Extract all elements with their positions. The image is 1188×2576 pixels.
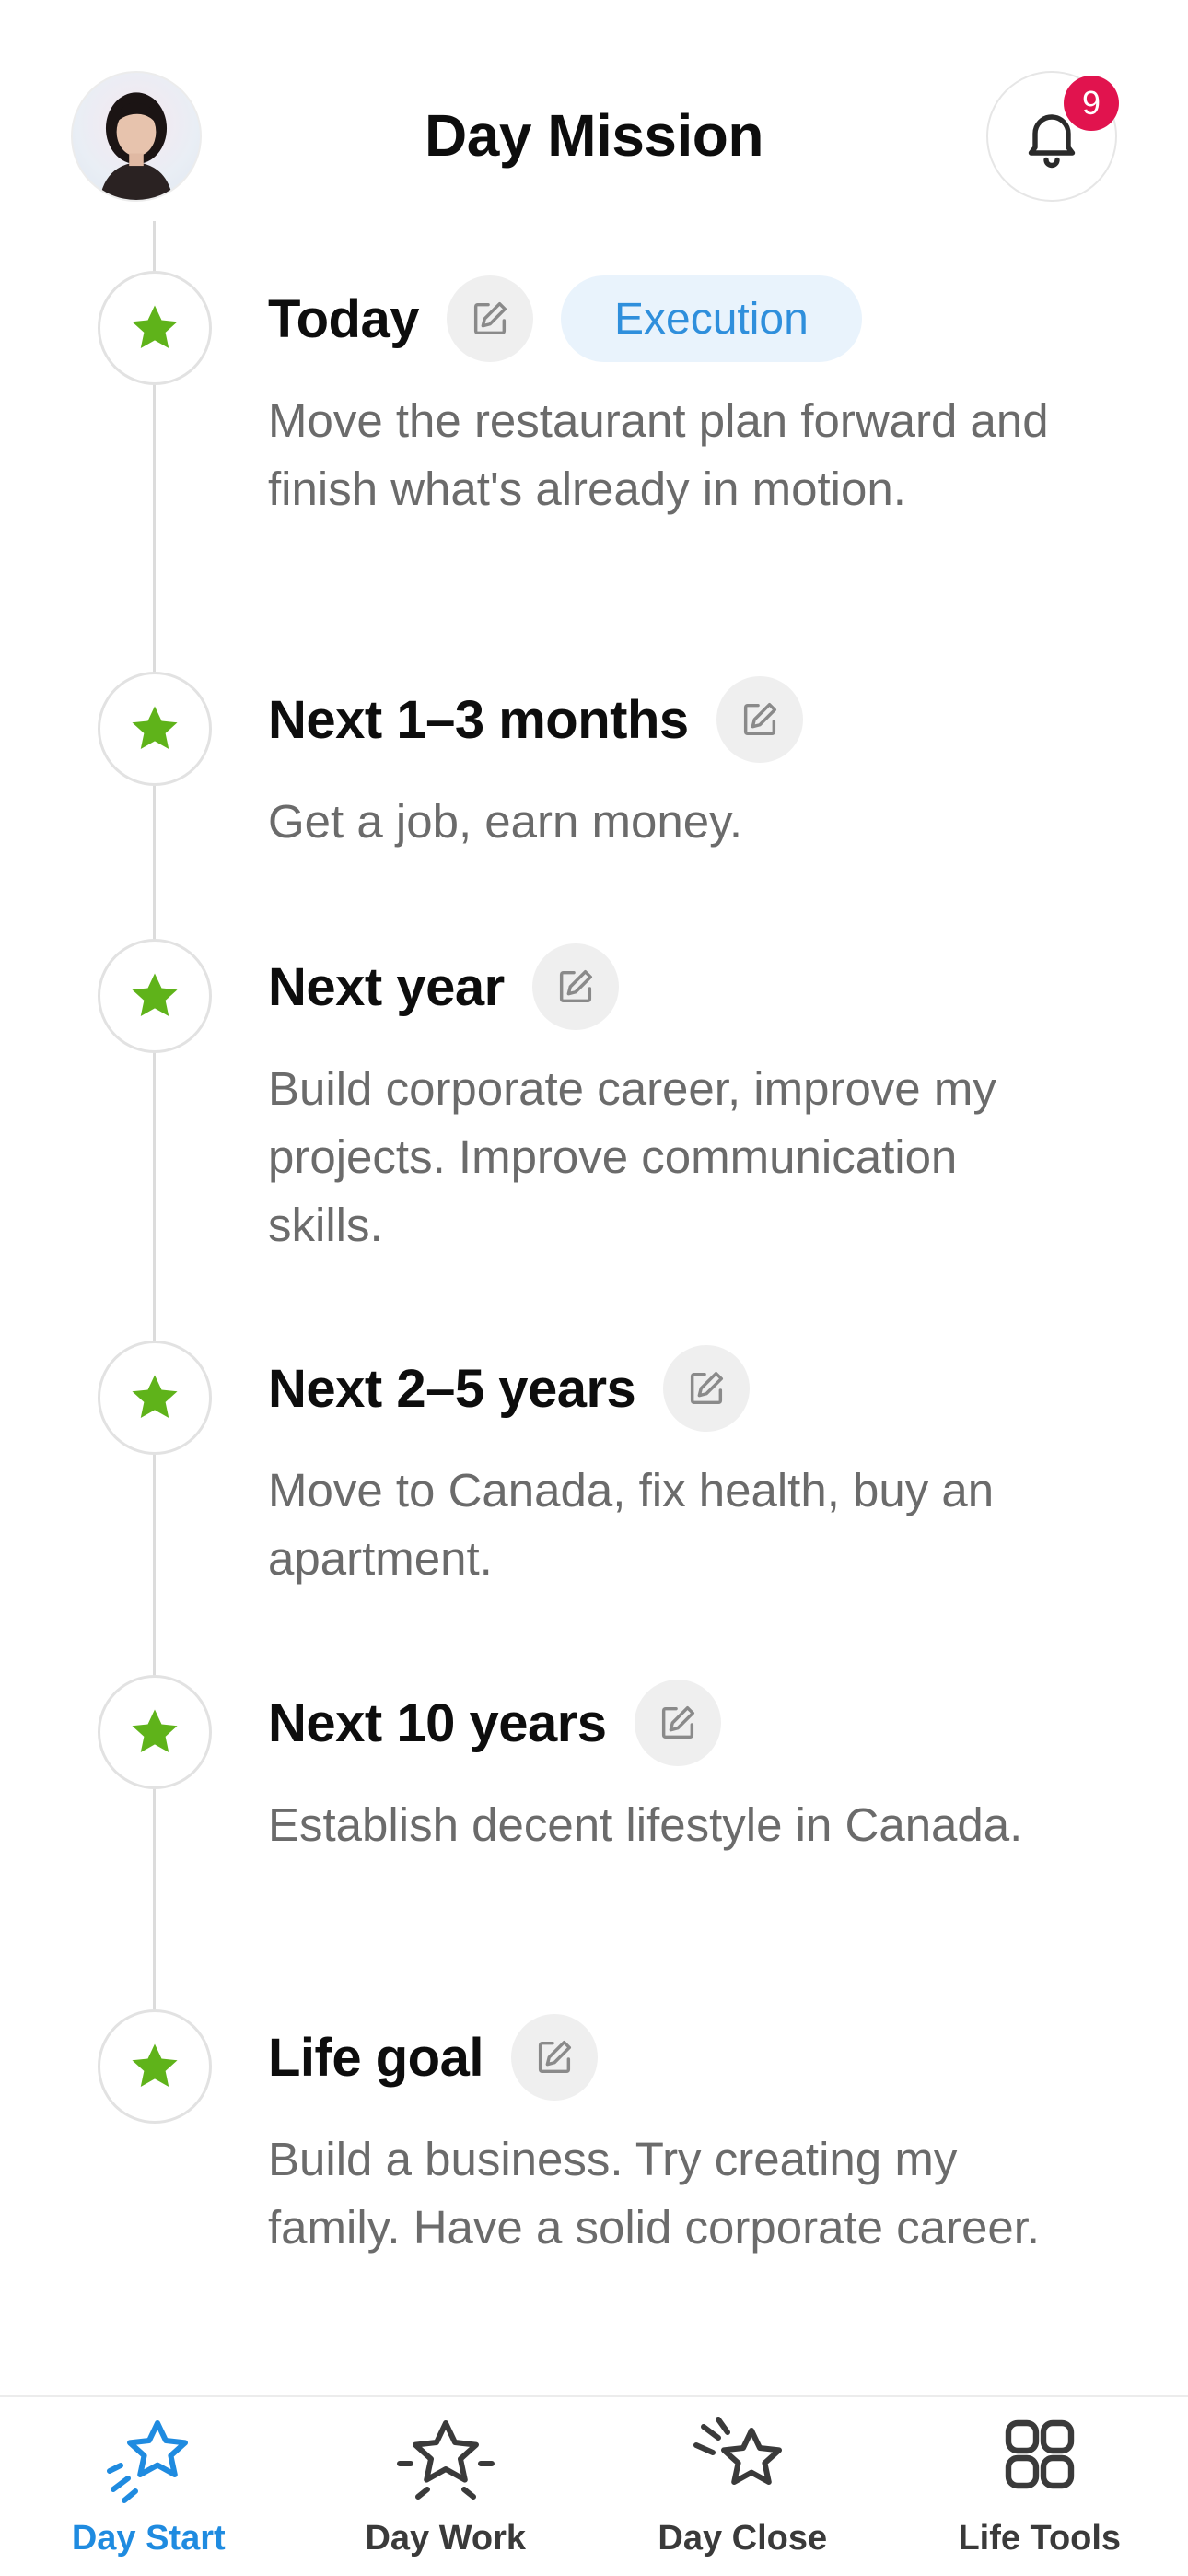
milestone-title: Next 2–5 years <box>268 1358 636 1419</box>
tab-life-tools[interactable]: Life Tools <box>891 2397 1188 2576</box>
milestone-node <box>98 2009 212 2124</box>
star-icon <box>132 305 178 348</box>
pencil-icon <box>743 702 776 736</box>
milestone-description: Move to Canada, fix health, buy an apart… <box>268 1464 995 1585</box>
notifications-button[interactable]: 9 <box>986 71 1119 202</box>
edit-button[interactable] <box>716 676 803 763</box>
timeline-line <box>153 221 156 2110</box>
tab-label: Day Start <box>71 2519 226 2558</box>
milestone-description: Build corporate career, improve my proje… <box>268 1062 996 1251</box>
tab-label: Day Work <box>365 2519 527 2558</box>
star-icon <box>132 1709 178 1752</box>
milestone-description: Get a job, earn money. <box>268 795 743 848</box>
milestone-description: Move the restaurant plan forward and fin… <box>268 394 1049 515</box>
milestone-title: Next year <box>268 956 505 1017</box>
edit-button[interactable] <box>531 943 619 1030</box>
status-tag[interactable]: Execution <box>561 275 862 362</box>
star-icon <box>132 1375 178 1418</box>
milestone-node <box>98 672 212 786</box>
milestone-title: Today <box>268 288 420 349</box>
milestone-title: Next 1–3 months <box>268 689 689 750</box>
edit-button[interactable] <box>447 275 533 362</box>
star-icon <box>132 973 178 1016</box>
milestone-node <box>98 1341 212 1455</box>
notification-badge: 9 <box>1064 76 1119 131</box>
tab-day-start[interactable]: Day Start <box>0 2397 297 2576</box>
star-motion-icon <box>396 2420 495 2500</box>
edit-button[interactable] <box>663 1345 751 1432</box>
edit-button[interactable] <box>634 1680 721 1766</box>
milestone-node <box>98 1675 212 1789</box>
pencil-icon <box>473 301 507 335</box>
star-icon <box>132 706 178 749</box>
star-shooting-icon <box>693 2417 783 2485</box>
tab-day-work[interactable]: Day Work <box>297 2397 595 2576</box>
tab-label: Day Close <box>658 2519 828 2558</box>
pencil-icon <box>538 2040 571 2074</box>
tab-label: Life Tools <box>958 2519 1122 2558</box>
milestone-node <box>98 939 212 1053</box>
star-icon <box>132 2043 178 2087</box>
milestone-description: Establish decent lifestyle in Canada. <box>268 1798 1023 1851</box>
edit-button[interactable] <box>510 2014 598 2101</box>
milestone-title: Life goal <box>268 2027 483 2088</box>
milestone-title: Next 10 years <box>268 1692 607 1753</box>
milestone-description: Build a business. Try creating my family… <box>268 2133 1041 2254</box>
mission-timeline: Today Execution Move the restaurant plan… <box>0 221 1188 2395</box>
tab-day-close[interactable]: Day Close <box>594 2397 891 2576</box>
bottom-tab-bar: Day Start Day Work Day Close Life Tools <box>0 2395 1188 2576</box>
pencil-icon <box>661 1705 694 1739</box>
app-header: Day Mission 9 <box>0 0 1188 221</box>
pencil-icon <box>691 1371 724 1405</box>
grid-icon <box>1005 2419 1074 2489</box>
pencil-icon <box>559 969 592 1003</box>
star-sparkle-icon <box>107 2420 189 2503</box>
milestone-node <box>98 271 212 385</box>
